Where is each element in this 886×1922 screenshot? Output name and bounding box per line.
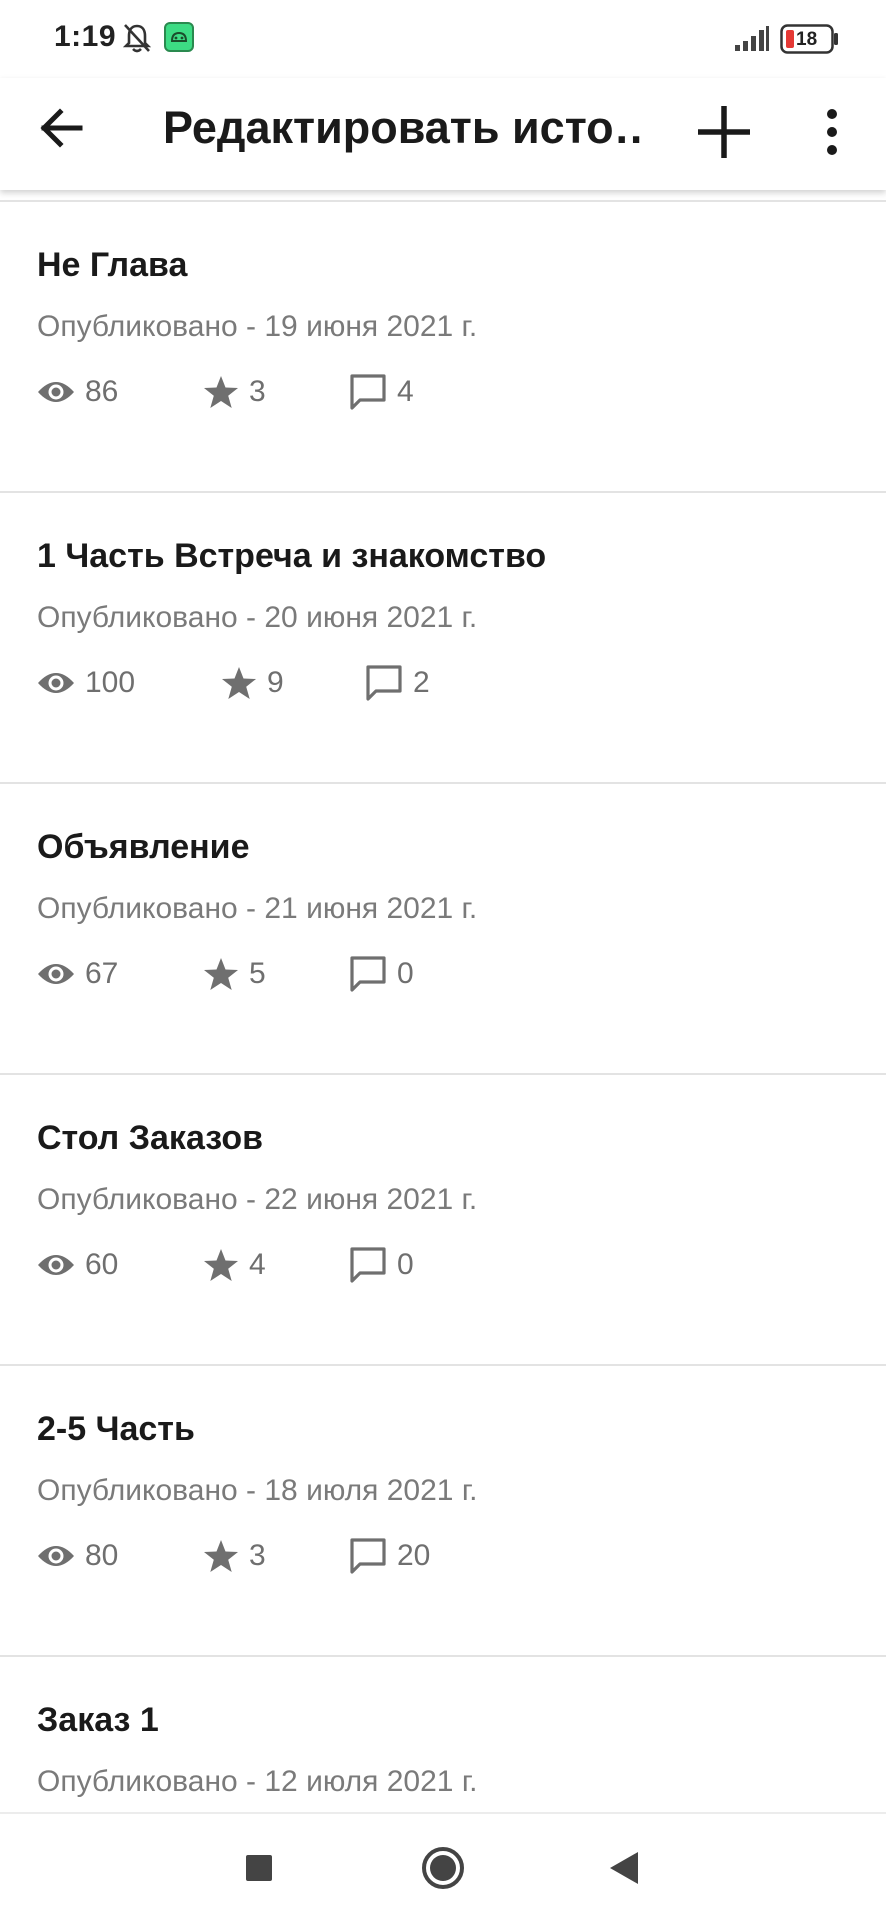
add-part-button[interactable]	[690, 98, 758, 166]
part-list-item[interactable]: Стол Заказов Опубликовано - 22 июня 2021…	[0, 1075, 886, 1366]
system-nav-bar	[0, 1812, 886, 1922]
comments-stat: 2	[365, 664, 485, 702]
star-icon	[204, 1249, 238, 1281]
stars-count: 4	[249, 1248, 266, 1281]
home-circle-icon	[422, 1847, 464, 1889]
part-publish-date: Опубликовано - 21 июня 2021 г.	[37, 892, 478, 925]
part-list-item[interactable]: 2-5 Часть Опубликовано - 18 июля 2021 г.…	[0, 1366, 886, 1657]
stars-stat: 3	[203, 375, 349, 409]
system-back-button[interactable]	[594, 1838, 654, 1898]
part-list-item[interactable]: Заказ 1 Опубликовано - 12 июля 2021 г.	[0, 1657, 886, 1814]
views-stat: 86	[37, 375, 203, 409]
more-options-button[interactable]	[810, 100, 854, 164]
views-stat: 67	[37, 957, 203, 991]
comment-icon	[350, 1538, 386, 1574]
eye-icon	[38, 1546, 74, 1566]
views-stat: 80	[37, 1539, 203, 1573]
page-title: Редактировать исто…	[163, 102, 643, 153]
part-title: 1 Часть Встреча и знакомство	[37, 537, 547, 575]
part-list-item[interactable]: Объявление Опубликовано - 21 июня 2021 г…	[0, 784, 886, 1075]
comments-count: 0	[397, 1248, 414, 1281]
parts-list: Не Глава Опубликовано - 19 июня 2021 г. …	[0, 200, 886, 1814]
comments-stat: 20	[349, 1537, 469, 1575]
android-app-icon	[164, 22, 194, 57]
star-icon	[222, 667, 256, 699]
part-title: Стол Заказов	[37, 1119, 263, 1157]
comments-stat: 0	[349, 955, 469, 993]
views-count: 80	[85, 1539, 119, 1572]
views-stat: 100	[37, 666, 221, 700]
part-list-item[interactable]: 1 Часть Встреча и знакомство Опубликован…	[0, 493, 886, 784]
battery-level: 18	[796, 29, 818, 50]
home-button[interactable]	[413, 1838, 473, 1898]
part-title: Заказ 1	[37, 1701, 159, 1739]
part-publish-date: Опубликовано - 12 июля 2021 г.	[37, 1765, 478, 1798]
eye-icon	[38, 1255, 74, 1275]
views-count: 86	[85, 375, 119, 408]
comments-stat: 0	[349, 1246, 469, 1284]
comments-count: 2	[413, 666, 430, 699]
part-stats: 86 3 4	[37, 370, 469, 414]
comments-stat: 4	[349, 373, 469, 411]
plus-icon	[698, 106, 750, 158]
eye-icon	[38, 382, 74, 402]
stars-count: 3	[249, 375, 266, 408]
views-count: 67	[85, 957, 119, 990]
comment-icon	[350, 1247, 386, 1283]
stars-stat: 5	[203, 957, 349, 991]
recents-square-icon	[246, 1855, 272, 1881]
star-icon	[204, 376, 238, 408]
app-bar: Редактировать исто…	[0, 78, 886, 190]
views-stat: 60	[37, 1248, 203, 1282]
part-stats: 60 4 0	[37, 1243, 469, 1287]
eye-icon	[38, 964, 74, 984]
back-arrow-icon	[40, 108, 83, 148]
part-stats: 80 3 20	[37, 1534, 469, 1578]
comment-icon	[350, 956, 386, 992]
stars-count: 9	[267, 666, 284, 699]
part-publish-date: Опубликовано - 19 июня 2021 г.	[37, 310, 478, 343]
eye-icon	[38, 673, 74, 693]
recents-button[interactable]	[229, 1838, 289, 1898]
stars-stat: 4	[203, 1248, 349, 1282]
stars-count: 3	[249, 1539, 266, 1572]
part-stats: 67 5 0	[37, 952, 469, 996]
comments-count: 20	[397, 1539, 431, 1572]
star-icon	[204, 958, 238, 990]
part-publish-date: Опубликовано - 18 июля 2021 г.	[37, 1474, 478, 1507]
part-publish-date: Опубликовано - 22 июня 2021 г.	[37, 1183, 478, 1216]
more-vert-icon	[827, 109, 837, 155]
stars-stat: 3	[203, 1539, 349, 1573]
views-count: 100	[85, 666, 136, 699]
views-count: 60	[85, 1248, 119, 1281]
comments-count: 0	[397, 957, 414, 990]
signal-icon	[734, 26, 770, 57]
back-button[interactable]	[30, 96, 94, 160]
status-bar: 1:19 18	[0, 0, 886, 78]
comment-icon	[350, 374, 386, 410]
stars-count: 5	[249, 957, 266, 990]
back-triangle-icon	[610, 1852, 638, 1884]
part-title: Объявление	[37, 828, 250, 866]
comment-icon	[366, 665, 402, 701]
part-publish-date: Опубликовано - 20 июня 2021 г.	[37, 601, 478, 634]
bell-off-icon	[122, 22, 152, 59]
status-time: 1:19	[54, 20, 117, 53]
part-stats: 100 9 2	[37, 661, 485, 705]
part-title: Не Глава	[37, 246, 188, 284]
part-title: 2-5 Часть	[37, 1410, 195, 1448]
part-list-item[interactable]: Не Глава Опубликовано - 19 июня 2021 г. …	[0, 202, 886, 493]
comments-count: 4	[397, 375, 414, 408]
star-icon	[204, 1540, 238, 1572]
stars-stat: 9	[221, 666, 365, 700]
